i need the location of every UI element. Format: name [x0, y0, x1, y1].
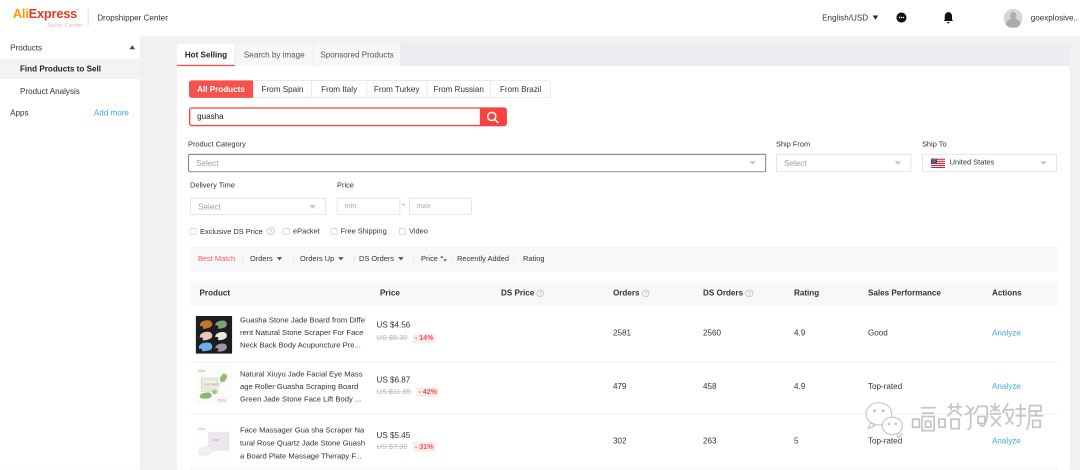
svg-text:Kisa: Kisa: [198, 427, 205, 431]
svg-text:Kisa: Kisa: [198, 369, 205, 373]
svg-text:JUST RIO: JUST RIO: [204, 382, 218, 386]
svg-text:rose: rose: [212, 438, 219, 442]
svg-text:1*pcs: 1*pcs: [217, 398, 226, 402]
